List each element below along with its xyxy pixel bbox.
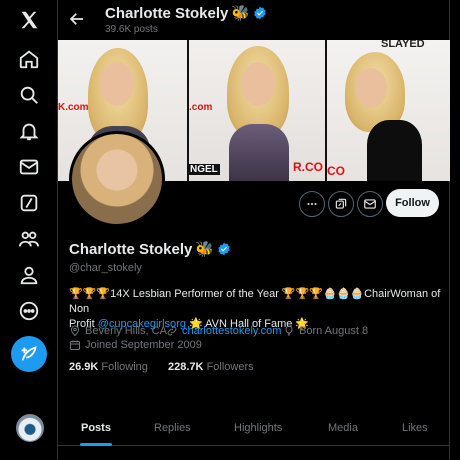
profile-icon[interactable] bbox=[10, 258, 48, 292]
website-link[interactable]: charlottestokely.com bbox=[182, 325, 281, 337]
followers-link[interactable]: 228.7K Followers bbox=[168, 361, 254, 373]
x-logo-icon[interactable] bbox=[10, 3, 48, 37]
tab-media[interactable]: Media bbox=[328, 410, 358, 446]
message-button[interactable] bbox=[357, 191, 383, 217]
account-avatar[interactable] bbox=[16, 414, 44, 442]
more-options-button[interactable] bbox=[299, 191, 325, 217]
search-icon[interactable] bbox=[10, 78, 48, 112]
following-label: Following bbox=[101, 361, 148, 373]
watermark-text: CO bbox=[327, 164, 345, 178]
watermark-text: K.com bbox=[58, 102, 89, 113]
profile-location: Beverly Hills, CA bbox=[69, 325, 167, 337]
home-icon[interactable] bbox=[10, 42, 48, 76]
grok-summary-icon bbox=[335, 198, 347, 209]
grok-icon[interactable] bbox=[10, 186, 48, 220]
grok-profile-button[interactable] bbox=[328, 191, 354, 217]
side-nav bbox=[0, 0, 58, 460]
follow-counts: 26.9K Following 228.7K Followers bbox=[69, 361, 254, 373]
banner-photo-2: .com NGEL R.CO bbox=[189, 40, 325, 181]
profile-website: charlottestokely.com bbox=[166, 325, 281, 337]
profile-column: Charlotte Stokely 🐝 39.6K posts K.com .c… bbox=[58, 0, 450, 460]
tab-likes[interactable]: Likes bbox=[402, 410, 428, 446]
verified-badge-icon bbox=[218, 242, 230, 256]
profile-handle: @char_stokely bbox=[69, 262, 142, 274]
link-chain-icon bbox=[167, 326, 177, 336]
communities-icon[interactable] bbox=[10, 222, 48, 256]
calendar-icon bbox=[70, 340, 80, 350]
profile-tabs: Posts Replies Highlights Media Likes bbox=[58, 410, 450, 446]
profile-name-text: Charlotte Stokely bbox=[69, 240, 193, 258]
verified-badge-icon bbox=[254, 6, 266, 20]
notifications-bell-icon[interactable] bbox=[10, 114, 48, 148]
more-circle-icon[interactable] bbox=[10, 294, 48, 328]
balloon-icon bbox=[285, 325, 293, 336]
feather-plus-icon bbox=[21, 346, 37, 361]
following-link[interactable]: 26.9K Following bbox=[69, 361, 148, 373]
watermark-text: SLAYED bbox=[381, 40, 425, 50]
more-dots-icon bbox=[307, 202, 317, 206]
profile-display-name: Charlotte Stokely 🐝 bbox=[69, 240, 231, 258]
banner-photo-3: SLAYED CO bbox=[327, 40, 450, 181]
followers-count: 228.7K bbox=[168, 361, 204, 373]
header-post-count: 39.6K posts bbox=[105, 24, 158, 35]
bee-emoji: 🐝 bbox=[231, 5, 251, 22]
envelope-icon bbox=[364, 199, 376, 209]
watermark-text: R.CO bbox=[293, 160, 323, 174]
location-pin-icon bbox=[70, 325, 80, 337]
header-display-name: Charlotte Stokely 🐝 bbox=[105, 4, 267, 22]
profile-birthday: Born August 8 bbox=[283, 325, 368, 337]
messages-envelope-icon[interactable] bbox=[10, 150, 48, 184]
bio-line-1: 🏆🏆🏆14X Lesbian Performer of the Year 🏆🏆🏆… bbox=[69, 288, 441, 315]
active-tab-indicator bbox=[80, 443, 112, 446]
joined-text: Joined September 2009 bbox=[85, 339, 202, 351]
back-arrow-icon[interactable] bbox=[68, 10, 86, 28]
tab-highlights[interactable]: Highlights bbox=[234, 410, 282, 446]
watermark-text: .com bbox=[189, 102, 213, 113]
watermark-text: NGEL bbox=[189, 164, 220, 175]
tab-replies[interactable]: Replies bbox=[154, 410, 191, 446]
location-text: Beverly Hills, CA bbox=[85, 325, 167, 337]
followers-label: Followers bbox=[206, 361, 254, 373]
birthday-text: Born August 8 bbox=[299, 325, 369, 337]
tab-posts[interactable]: Posts bbox=[81, 410, 111, 446]
header-name-text: Charlotte Stokely bbox=[105, 4, 229, 22]
bee-emoji: 🐝 bbox=[195, 241, 215, 258]
compose-post-button[interactable] bbox=[11, 336, 47, 372]
profile-avatar[interactable] bbox=[69, 131, 165, 227]
profile-header-bar: Charlotte Stokely 🐝 39.6K posts bbox=[58, 0, 450, 40]
profile-joined: Joined September 2009 bbox=[69, 339, 202, 351]
follow-button[interactable]: Follow bbox=[386, 189, 439, 217]
right-edge bbox=[451, 0, 460, 460]
following-count: 26.9K bbox=[69, 361, 99, 373]
